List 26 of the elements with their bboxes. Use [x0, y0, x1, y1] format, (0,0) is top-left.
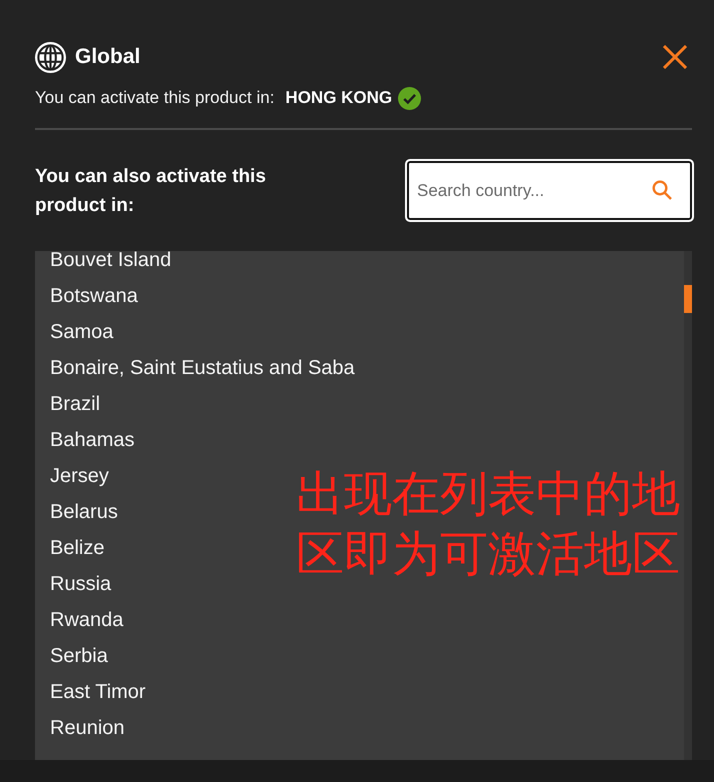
country-item: Reunion — [50, 716, 125, 741]
country-item: Belize — [50, 536, 104, 561]
country-item: Bouvet Island — [50, 251, 172, 273]
country-item: Jersey — [50, 464, 109, 489]
search-icon — [652, 180, 672, 200]
country-item: Belarus — [50, 500, 118, 525]
globe-icon — [35, 42, 66, 72]
country-item: Brazil — [50, 392, 100, 417]
country-item: Serbia — [50, 644, 108, 669]
scrollbar-track[interactable] — [684, 251, 692, 760]
country-item: Botswana — [50, 284, 138, 309]
annotation-text: 出现在列表中的地区即为可激活地区 — [296, 465, 681, 584]
country-item: Samoa — [50, 320, 114, 345]
activation-country: HONG KONG — [285, 88, 392, 108]
country-item: Rwanda — [50, 608, 124, 633]
activation-label: You can activate this product in: — [35, 88, 274, 108]
country-item: Bonaire, Saint Eustatius and Saba — [50, 356, 355, 381]
section-heading: You can also activate this product in: — [35, 165, 267, 218]
search-field[interactable]: Search country... — [405, 159, 694, 222]
close-icon — [663, 45, 687, 69]
country-item: Russia — [50, 572, 112, 597]
close-button[interactable] — [663, 45, 687, 69]
country-item: East Timor — [50, 680, 146, 705]
dialog-title: Global — [75, 45, 140, 69]
scrollbar-thumb[interactable] — [684, 285, 692, 313]
country-item: Bahamas — [50, 428, 134, 453]
